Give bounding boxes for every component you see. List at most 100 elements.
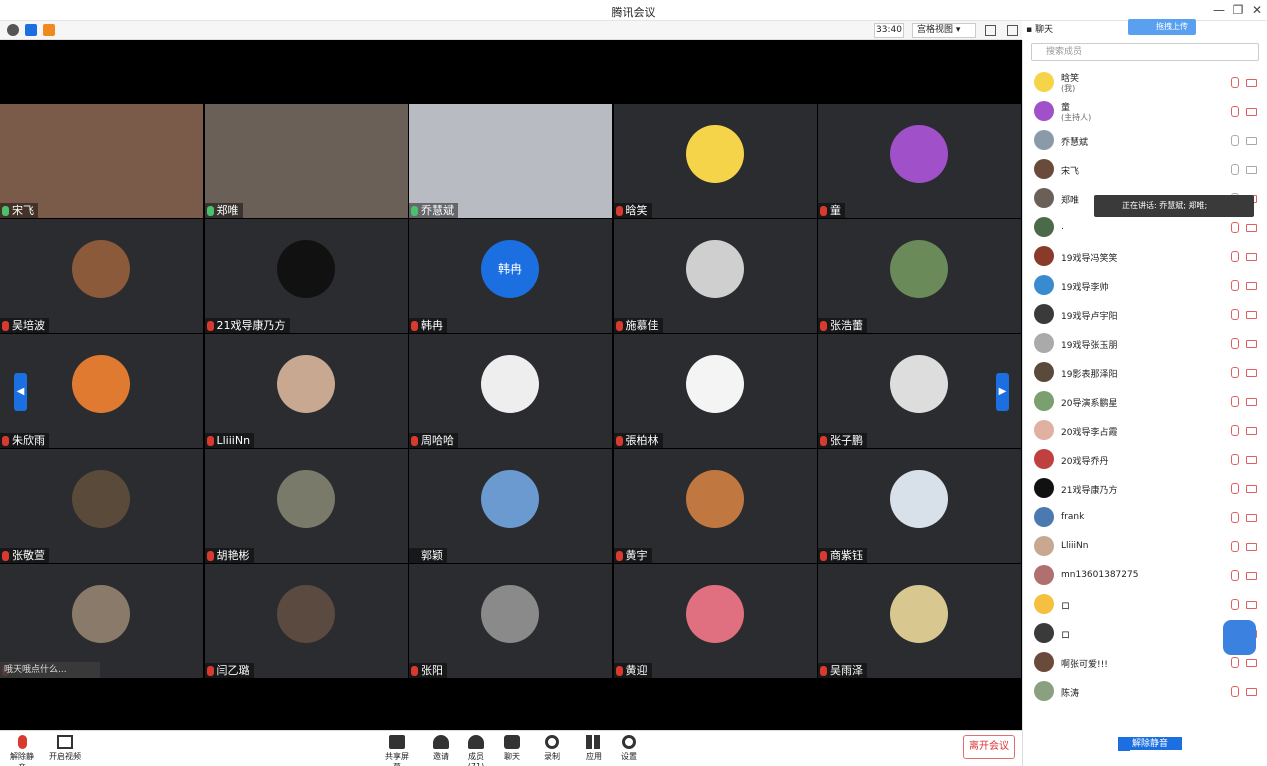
member-row[interactable]: 21戏导康乃方 [1023,474,1267,503]
member-row[interactable]: . [1023,213,1267,242]
camera-icon[interactable] [1246,398,1257,406]
camera-icon[interactable] [1246,427,1257,435]
member-row[interactable]: LliiiNn [1023,532,1267,561]
start-video-button[interactable]: 开启视频 [49,735,81,762]
camera-icon[interactable] [1246,340,1257,348]
member-row[interactable]: 20戏导李占霞 [1023,416,1267,445]
member-row[interactable]: 童 (主持人) [1023,97,1267,126]
member-row[interactable]: 19戏导李帅 [1023,271,1267,300]
camera-icon[interactable] [1246,514,1257,522]
assistant-icon[interactable] [1223,620,1256,655]
participant-tile[interactable]: 商紫钰 [818,449,1021,563]
member-row[interactable]: 19戏导冯笑笑 [1023,242,1267,271]
participant-tile[interactable]: 郑唯 [204,104,408,218]
camera-icon[interactable] [1246,79,1257,87]
camera-icon[interactable] [1246,543,1257,551]
participant-tile[interactable]: 张敬萱 [0,449,203,563]
member-row[interactable]: 19影表那泽阳 [1023,358,1267,387]
mic-muted-icon[interactable] [1231,657,1239,668]
camera-icon[interactable] [1246,369,1257,377]
participant-tile[interactable]: 吴培波 [0,219,203,333]
camera-icon[interactable] [1246,572,1257,580]
sidebar-toggle-icon[interactable] [1007,25,1018,36]
participant-tile[interactable]: 张阳 [409,564,612,678]
mic-muted-icon[interactable] [1231,222,1239,233]
participant-tile[interactable]: 乔慧斌 [409,104,612,218]
participant-tile[interactable]: 张子鹏 [818,334,1021,448]
chat-button[interactable]: 聊天 [502,735,522,762]
invite-button[interactable]: 邀请 [430,735,452,762]
participant-tile[interactable]: LliiiNn [204,334,408,448]
mic-icon[interactable] [1231,135,1239,146]
mic-muted-icon[interactable] [1231,686,1239,697]
camera-icon[interactable] [1246,282,1257,290]
prev-page-button[interactable]: ◀ [14,373,27,411]
member-row[interactable]: ロ [1023,590,1267,619]
members-button[interactable]: 成员(71) [461,735,491,766]
camera-icon[interactable] [1246,485,1257,493]
mic-muted-icon[interactable] [1231,483,1239,494]
member-row[interactable]: frank [1023,503,1267,532]
participant-tile[interactable]: 宋飞 [0,104,203,218]
participant-tile[interactable]: 晗笑 [613,104,817,218]
view-mode-dropdown[interactable]: 宫格视图 ▾ [912,23,976,38]
member-row[interactable]: 宋飞 [1023,155,1267,184]
camera-icon[interactable] [1246,224,1257,232]
record-button[interactable]: 录制 [542,735,562,762]
camera-icon[interactable] [1246,456,1257,464]
mic-muted-icon[interactable] [1231,77,1239,88]
participant-tile[interactable]: 闫乙璐 [204,564,408,678]
settings-button[interactable]: 设置 [619,735,639,762]
mic-muted-icon[interactable] [1231,512,1239,523]
share-screen-button[interactable]: 共享屏幕 [382,735,412,766]
camera-icon[interactable] [1246,659,1257,667]
minimize-icon[interactable]: — [1210,2,1228,18]
unmute-button[interactable]: 解除静音 [7,735,37,766]
apps-button[interactable]: 应用 [584,735,604,762]
info-icon[interactable] [7,24,19,36]
participant-tile[interactable]: 黄宇 [613,449,817,563]
mic-muted-icon[interactable] [1231,251,1239,262]
participant-tile[interactable]: 韩冉 韩冉 [409,219,612,333]
mic-muted-icon[interactable] [1231,367,1239,378]
restore-icon[interactable]: ❐ [1229,2,1247,18]
unmute-all-button[interactable]: 解除静音 [1118,737,1182,751]
participant-tile[interactable]: 施慕佳 [613,219,817,333]
camera-icon[interactable] [1246,601,1257,609]
mic-muted-icon[interactable] [1231,396,1239,407]
member-row[interactable]: mn13601387275 [1023,561,1267,590]
member-row[interactable]: 19戏导张玉朋 [1023,329,1267,358]
fullscreen-icon[interactable] [985,25,996,36]
next-page-button[interactable]: ▶ [996,373,1009,411]
mic-muted-icon[interactable] [1231,454,1239,465]
mic-muted-icon[interactable] [1231,280,1239,291]
participant-tile[interactable]: 張柏林 [613,334,817,448]
participant-tile[interactable]: 朱欣雨 [0,334,203,448]
camera-icon[interactable] [1246,253,1257,261]
member-row[interactable]: 20导演系鹏星 [1023,387,1267,416]
participant-tile[interactable]: 21戏导康乃方 [204,219,408,333]
member-row[interactable]: 乔慧斌 [1023,126,1267,155]
mic-muted-icon[interactable] [1231,425,1239,436]
mic-muted-icon[interactable] [1231,599,1239,610]
mic-icon[interactable] [1231,164,1239,175]
participant-tile[interactable]: 张浩蕾 [818,219,1021,333]
member-row[interactable]: 20戏导乔丹 [1023,445,1267,474]
signal-icon[interactable] [43,24,55,36]
participant-tile[interactable]: 黄迎 [613,564,817,678]
camera-icon[interactable] [1246,137,1257,145]
member-row[interactable]: 陈涛 [1023,677,1267,706]
drag-upload-button[interactable]: 拖拽上传 [1128,19,1196,35]
mic-muted-icon[interactable] [1231,338,1239,349]
mic-muted-icon[interactable] [1231,106,1239,117]
close-icon[interactable]: ✕ [1248,2,1266,18]
member-search-input[interactable]: 搜索成员 [1031,43,1259,61]
camera-icon[interactable] [1246,166,1257,174]
participant-tile[interactable]: 吴雨泽 [818,564,1021,678]
mic-muted-icon[interactable] [1231,541,1239,552]
chat-tab-button[interactable]: ▪ 聊天 [1026,21,1053,40]
mic-muted-icon[interactable] [1231,309,1239,320]
participant-tile[interactable]: 周哈哈 [409,334,612,448]
leave-meeting-button[interactable]: 离开会议 [963,735,1015,759]
participant-tile[interactable]: 胡艳彬 [204,449,408,563]
